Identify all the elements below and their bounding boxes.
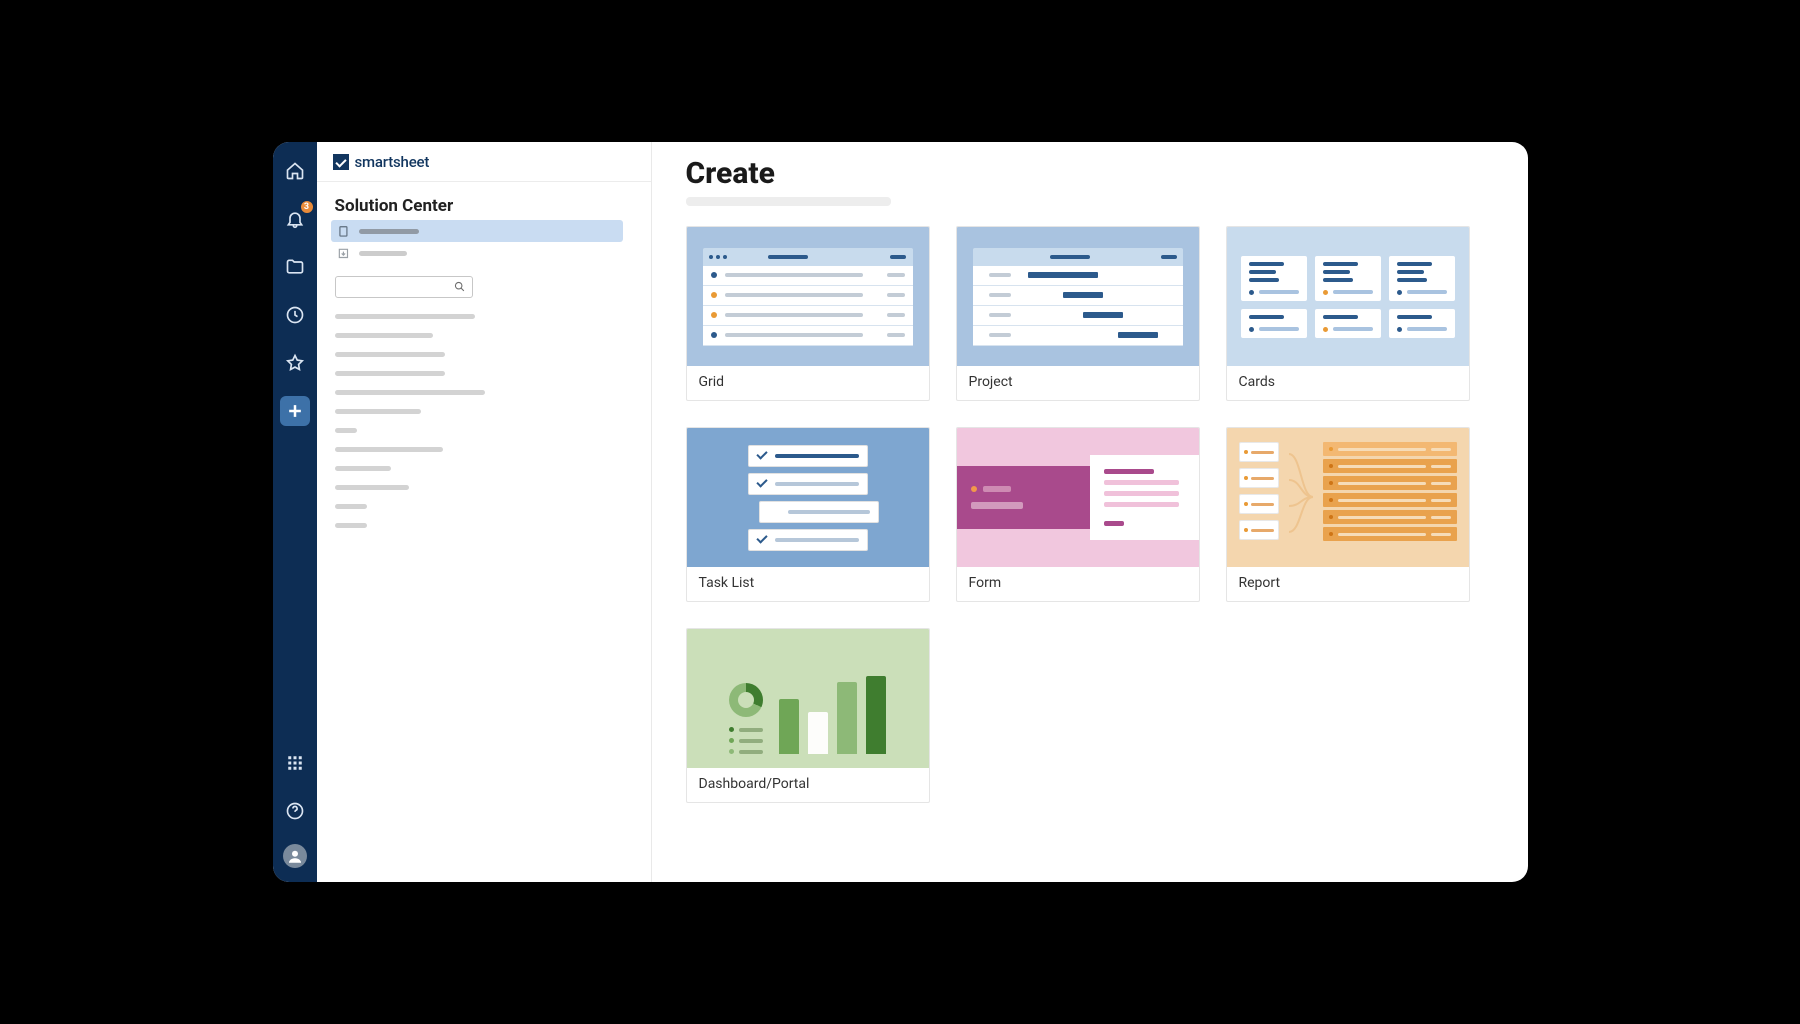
panel-category-item[interactable] [335, 466, 391, 471]
panel-category-item[interactable] [335, 409, 421, 414]
recents-icon[interactable] [280, 300, 310, 330]
nav-rail: 3 [273, 142, 317, 882]
cards-thumbnail [1227, 227, 1469, 366]
panel-category-item[interactable] [335, 523, 367, 528]
create-card-form[interactable]: Form [956, 427, 1200, 602]
panel-category-item[interactable] [335, 352, 445, 357]
create-card-cards[interactable]: Cards [1226, 226, 1470, 401]
notifications-icon[interactable]: 3 [280, 204, 310, 234]
create-card-label: Form [957, 567, 1199, 601]
create-card-grid[interactable]: Grid [686, 226, 930, 401]
brand-logo-icon [333, 154, 349, 170]
panel-category-item[interactable] [335, 447, 443, 452]
page-subtitle-placeholder [686, 197, 891, 206]
create-card-task-list[interactable]: Task List [686, 427, 930, 602]
create-card-project[interactable]: Project [956, 226, 1200, 401]
report-thumbnail [1227, 428, 1469, 567]
notifications-badge: 3 [300, 200, 314, 214]
create-card-label: Dashboard/Portal [687, 768, 929, 802]
dashboard-thumbnail [687, 629, 929, 768]
search-icon [453, 278, 466, 297]
panel-search-input[interactable] [335, 276, 473, 298]
create-card-label: Report [1227, 567, 1469, 601]
page-title: Create [686, 156, 1494, 191]
sheet-icon [337, 224, 351, 238]
browse-icon[interactable] [280, 252, 310, 282]
project-thumbnail [957, 227, 1199, 366]
panel-category-item[interactable] [335, 390, 485, 395]
panel-category-item[interactable] [335, 428, 357, 433]
panel-nav-item-create[interactable] [331, 220, 623, 242]
panel-category-list [331, 314, 623, 528]
help-icon[interactable] [280, 796, 310, 826]
create-card-label: Task List [687, 567, 929, 601]
panel-nav-item-import[interactable] [331, 242, 623, 264]
panel-category-item[interactable] [335, 485, 409, 490]
form-thumbnail [957, 428, 1199, 567]
panel-category-item[interactable] [335, 333, 433, 338]
create-card-dashboard[interactable]: Dashboard/Portal [686, 628, 930, 803]
panel-title: Solution Center [331, 196, 623, 216]
account-avatar[interactable] [283, 844, 307, 868]
create-card-label: Cards [1227, 366, 1469, 400]
create-options-grid: Grid [686, 226, 1494, 803]
create-button[interactable] [280, 396, 310, 426]
app-window: 3 smartsheet Solution Ce [273, 142, 1528, 882]
app-launcher-icon[interactable] [280, 748, 310, 778]
home-icon[interactable] [280, 156, 310, 186]
create-card-label: Grid [687, 366, 929, 400]
panel-category-item[interactable] [335, 314, 475, 319]
import-icon [337, 246, 351, 260]
task-list-thumbnail [687, 428, 929, 567]
create-card-report[interactable]: Report [1226, 427, 1470, 602]
grid-thumbnail [687, 227, 929, 366]
favorites-icon[interactable] [280, 348, 310, 378]
panel-category-item[interactable] [335, 504, 367, 509]
create-card-label: Project [957, 366, 1199, 400]
panel-category-item[interactable] [335, 371, 445, 376]
brand-name: smartsheet [355, 153, 430, 171]
main-content: Create [652, 142, 1528, 882]
solution-center-panel: smartsheet Solution Center [317, 142, 652, 882]
brand[interactable]: smartsheet [317, 142, 651, 182]
